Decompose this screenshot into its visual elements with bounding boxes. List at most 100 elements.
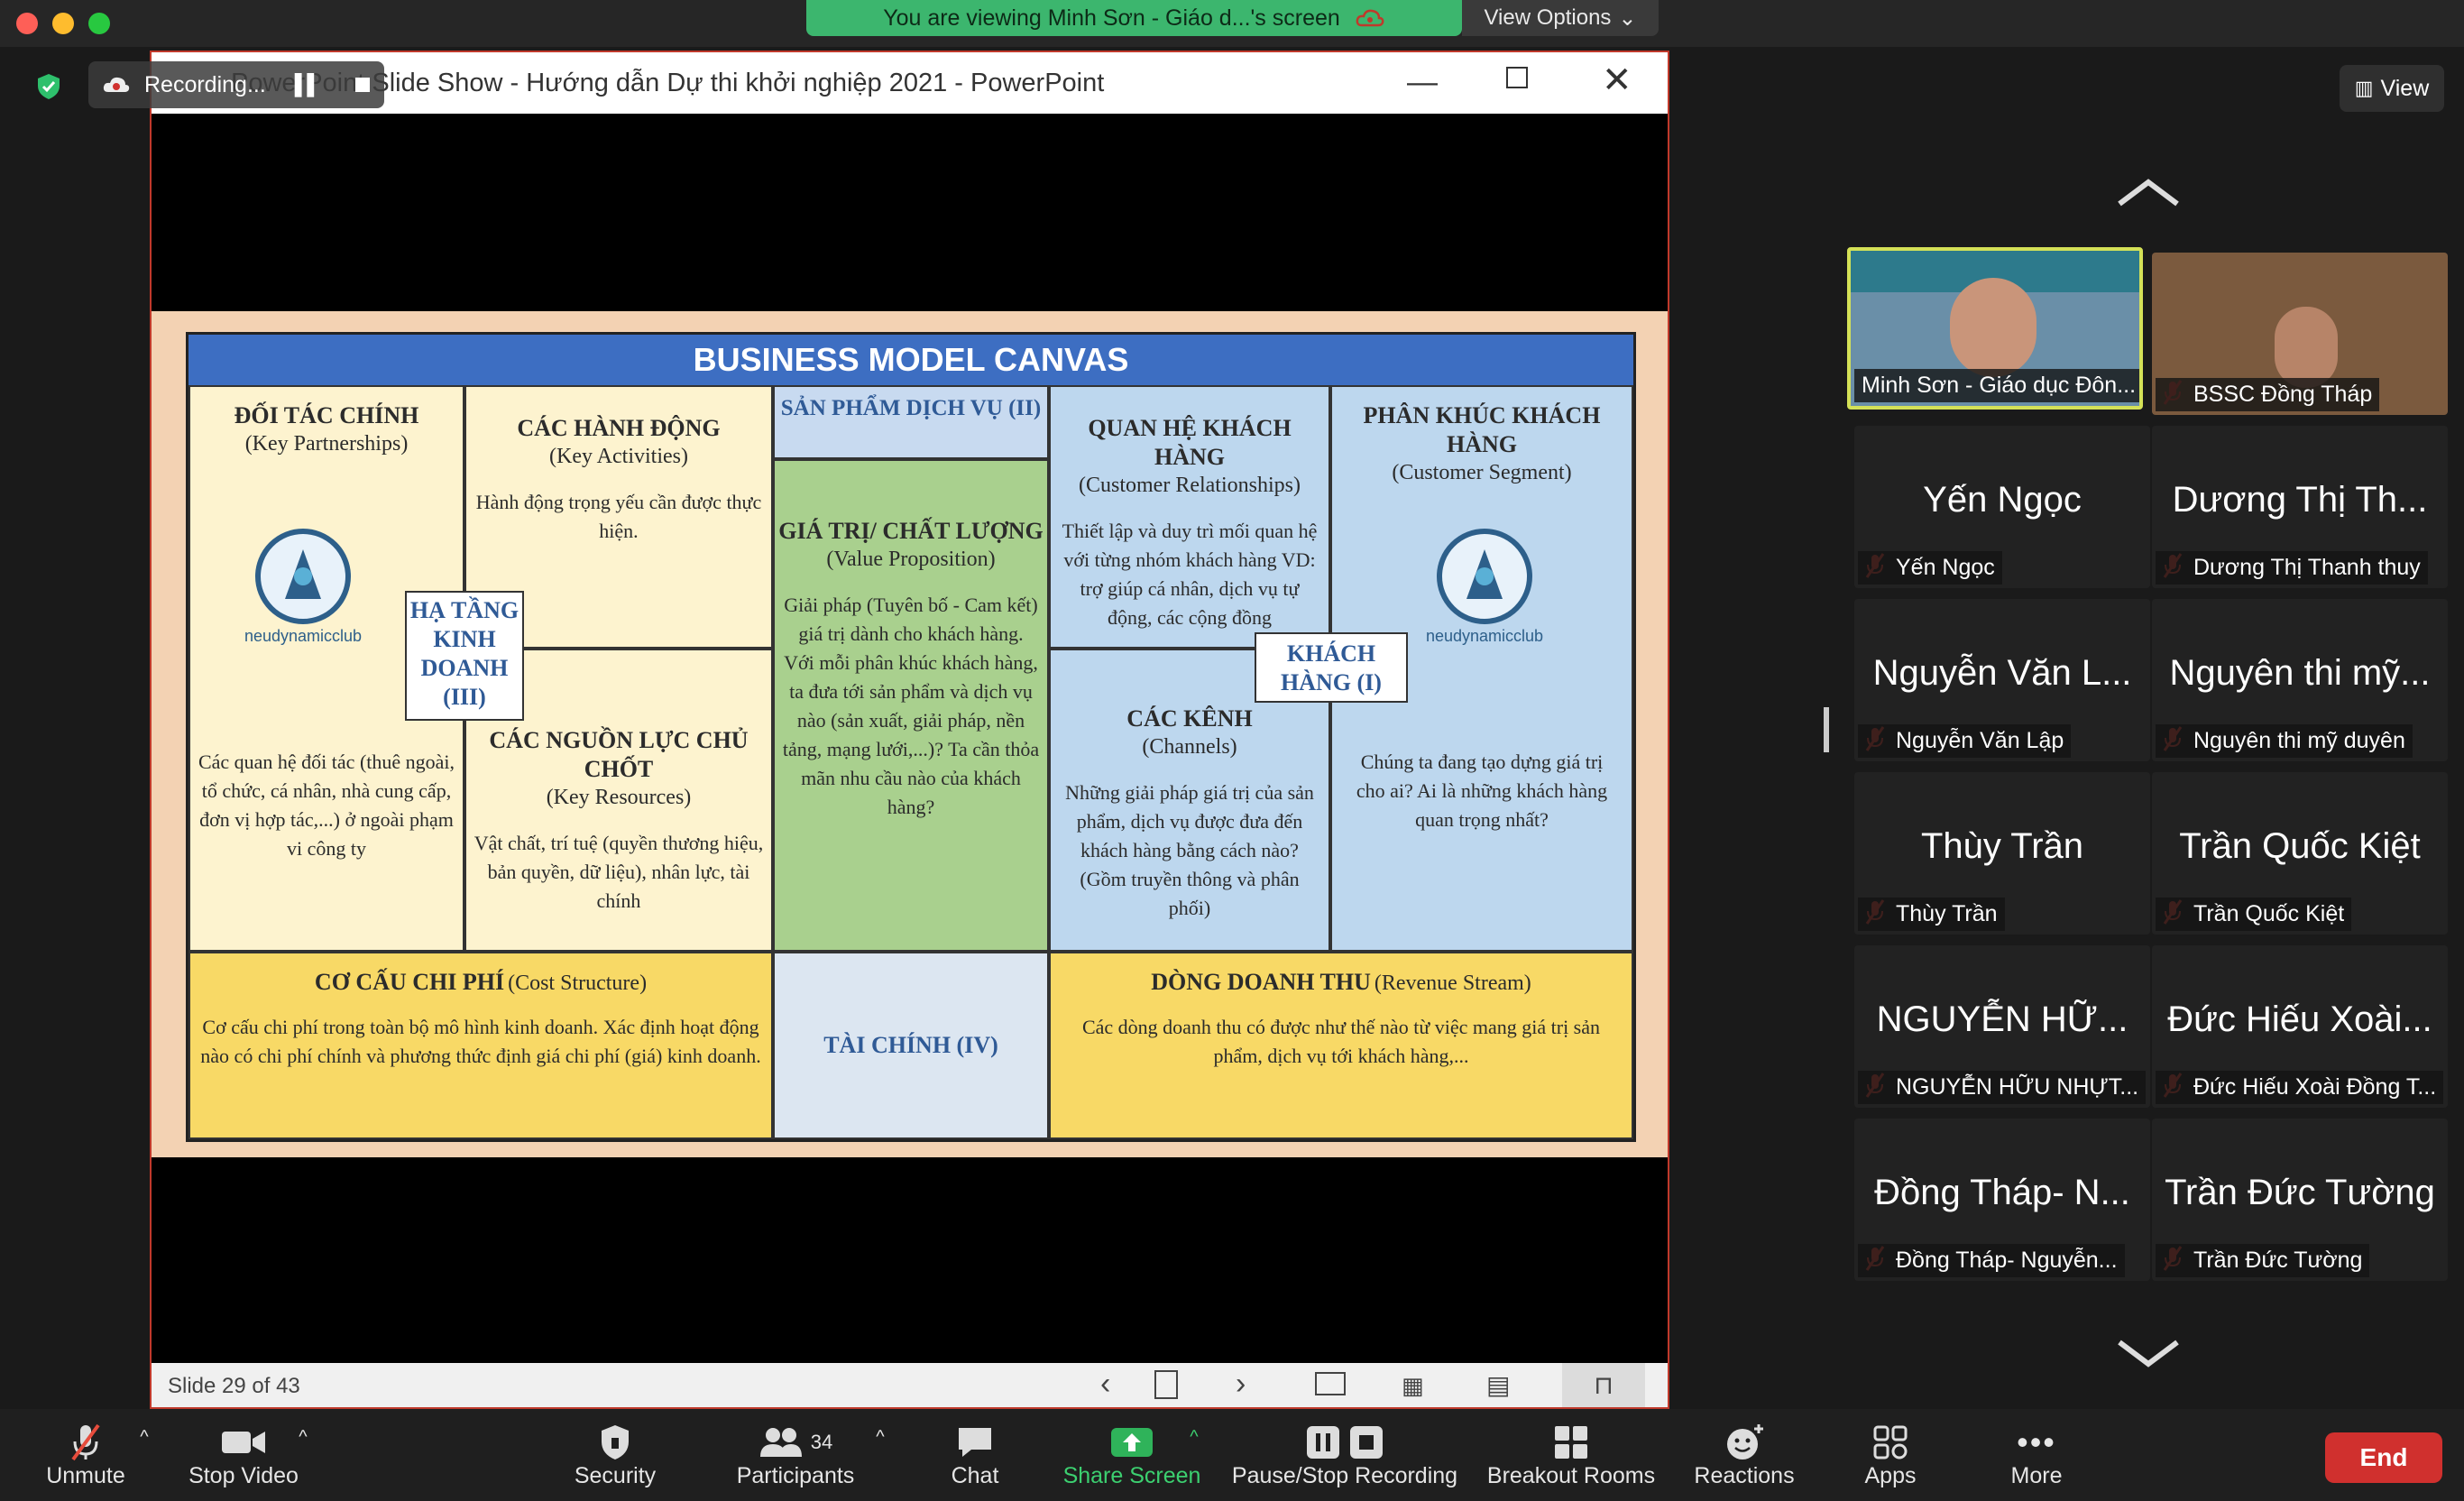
breakout-rooms-icon [1555,1426,1587,1459]
minimize-window-button[interactable] [52,13,74,34]
panel-resize-handle[interactable] [1824,707,1829,752]
participant-tile[interactable]: Trần Quốc Kiệt Trần Quốc Kiệt [2152,772,2448,935]
participants-options-caret[interactable]: ^ [871,1427,889,1448]
revenue-stream-cell: DÒNG DOANH THU (Revenue Stream) Các dòng… [1049,952,1633,1139]
cost-title: CƠ CẤU CHI PHÍ [314,969,505,995]
apps-button[interactable]: Apps [1862,1422,1919,1489]
video-camera-icon [222,1432,265,1453]
ch-subtitle: (Channels) [1142,735,1237,759]
participant-tile[interactable]: Nguyễn Văn L... Nguyễn Văn Lập [1854,599,2150,761]
tile-display-name: Yến Ngọc [1923,480,2082,520]
end-meeting-button[interactable]: End [2325,1432,2442,1483]
participant-tile[interactable]: Thùy Trần Thùy Trần [1854,772,2150,935]
kp-body: Các quan hệ đối tác (thuê ngoài, tổ chức… [198,750,455,860]
participant-tile-active[interactable]: Minh Sơn - Giáo dục Đôn... [1847,247,2143,410]
video-options-caret[interactable]: ^ [294,1427,312,1448]
tile-name: NGUYỄN HỮU NHỰT... [1858,1071,2147,1104]
tile-display-name: Nguyễn Văn L... [1872,653,2132,693]
apps-label: Apps [1864,1463,1917,1488]
cost-structure-cell: CƠ CẤU CHI PHÍ (Cost Structure) Cơ cấu c… [188,952,773,1139]
vp-body: Giải pháp (Tuyên bố - Cam kết) giá trị d… [782,594,1040,818]
cr-body: Thiết lập và duy trì mối quan hệ với từn… [1062,520,1318,629]
stop-video-button[interactable]: Stop Video [180,1422,307,1489]
participant-tile[interactable]: BSSC Đồng Tháp [2152,253,2448,415]
cost-body: Cơ cấu chi phí trong toàn bộ mô hình kin… [200,1016,761,1067]
breakout-rooms-label: Breakout Rooms [1486,1463,1656,1488]
cost-subtitle: (Cost Structure) [508,972,648,995]
recording-label: Recording... [144,71,266,97]
ppt-maximize-button[interactable] [1506,67,1528,88]
tile-display-name: Trần Đức Tường [2165,1173,2435,1212]
tile-display-name: Thùy Trần [1920,826,2084,866]
business-model-canvas: BUSINESS MODEL CANVAS ĐỐI TÁC CHÍNH (Key… [186,332,1636,1142]
security-label: Security [574,1463,657,1488]
rev-body: Các dòng doanh thu có được như thế nào t… [1081,1016,1601,1067]
slideshow-view-icon[interactable]: ⊓ [1562,1363,1645,1407]
stop-recording-icon[interactable] [354,78,370,92]
view-options-button[interactable]: View Options ⌄ [1462,0,1659,36]
zoom-window-button[interactable] [88,13,110,34]
participant-tile[interactable]: Nguyên thi mỹ... Nguyên thi mỹ duyên [2152,599,2448,761]
participant-tile[interactable]: Yến Ngọc Yến Ngọc [1854,426,2150,588]
infra-label: HẠ TẦNG KINH DOANH (III) [405,591,524,721]
normal-view-icon[interactable] [1315,1372,1346,1395]
gallery-scroll-down-icon[interactable] [2116,1339,2181,1374]
participants-button[interactable]: 34 Participants [732,1422,859,1489]
layout-icon: ▥ [2354,77,2374,99]
audio-options-caret[interactable]: ^ [135,1427,153,1448]
vp-title: GIÁ TRỊ/ CHẤT LƯỢNG [778,518,1044,544]
pause-recording-icon[interactable]: ▌▌ [295,73,321,97]
ppt-minimize-button[interactable]: — [1407,65,1438,100]
reactions-label: Reactions [1694,1463,1795,1488]
chat-label: Chat [951,1463,999,1488]
pause-stop-recording-button[interactable]: Pause/Stop Recording [1230,1422,1459,1489]
notes-icon[interactable] [1154,1370,1178,1399]
view-options-label: View Options [1484,5,1612,30]
breakout-rooms-button[interactable]: Breakout Rooms [1486,1422,1656,1489]
next-slide-button[interactable]: › [1236,1367,1246,1402]
share-options-caret[interactable]: ^ [1185,1427,1203,1448]
tile-name: Yến Ngọc [1858,551,2002,585]
ppt-status-bar: Slide 29 of 43 ‹ › ▦ ▤ ⊓ [152,1363,1668,1407]
participant-tile[interactable]: NGUYỄN HỮ... NGUYỄN HỮU NHỰT... [1854,945,2150,1108]
participant-tile[interactable]: Đồng Tháp- N... Đồng Tháp- Nguyễn... [1854,1119,2150,1281]
finance-label: TÀI CHÍNH (IV) [773,952,1049,1139]
ch-body: Những giải pháp giá trị của sản phẩm, dị… [1065,781,1314,919]
participant-tile[interactable]: Trần Đức Tường Trần Đức Tường [2152,1119,2448,1281]
muted-mic-icon [71,1423,100,1461]
customer-relationships-cell: QUAN HỆ KHÁCH HÀNG (Customer Relationshi… [1049,385,1330,649]
stop-icon [1350,1426,1383,1459]
tile-name: Minh Sơn - Giáo dục Đôn... [1854,369,2139,402]
more-label: More [2010,1463,2063,1488]
tile-name: Thùy Trần [1858,898,2005,931]
ppt-close-button[interactable]: ✕ [1602,60,1632,101]
kp-subtitle: (Key Partnerships) [244,432,409,456]
pause-icon [1307,1426,1339,1459]
share-screen-button[interactable]: Share Screen [1062,1422,1201,1489]
pause-stop-recording-label: Pause/Stop Recording [1231,1463,1458,1488]
chat-button[interactable]: Chat [947,1422,1003,1489]
close-window-button[interactable] [16,13,38,34]
participant-tile[interactable]: Dương Thị Th... Dương Thị Thanh thuy [2152,426,2448,588]
shield-icon [602,1425,629,1460]
logo-text: neudynamicclub [1425,627,1544,645]
encryption-shield-icon[interactable] [34,72,63,101]
slide-sorter-icon[interactable]: ▦ [1402,1372,1424,1400]
kr-subtitle: (Key Resources) [546,786,692,809]
gallery-scroll-up-icon[interactable] [2116,177,2181,212]
recording-indicator[interactable]: Recording... ▌▌ [88,61,384,108]
reading-view-icon[interactable]: ▤ [1486,1370,1510,1400]
chevron-down-icon: ⌄ [1618,5,1637,31]
unmute-label: Unmute [46,1463,125,1488]
unmute-button[interactable]: Unmute [36,1422,135,1489]
security-button[interactable]: Security [568,1422,662,1489]
prev-slide-button[interactable]: ‹ [1100,1367,1110,1402]
cs-title: PHÂN KHÚC KHÁCH HÀNG [1363,402,1601,457]
more-dots-icon: ••• [2017,1423,2056,1460]
ka-body: Hành động trọng yếu cần được thực hiện. [475,491,762,542]
share-screen-label: Share Screen [1062,1463,1201,1488]
view-button[interactable]: ▥ View [2340,65,2444,112]
participant-tile[interactable]: Đức Hiếu Xoài... Đức Hiếu Xoài Đồng T... [2152,945,2448,1108]
more-button[interactable]: ••• More [2008,1422,2065,1489]
reactions-button[interactable]: Reactions [1692,1422,1797,1489]
